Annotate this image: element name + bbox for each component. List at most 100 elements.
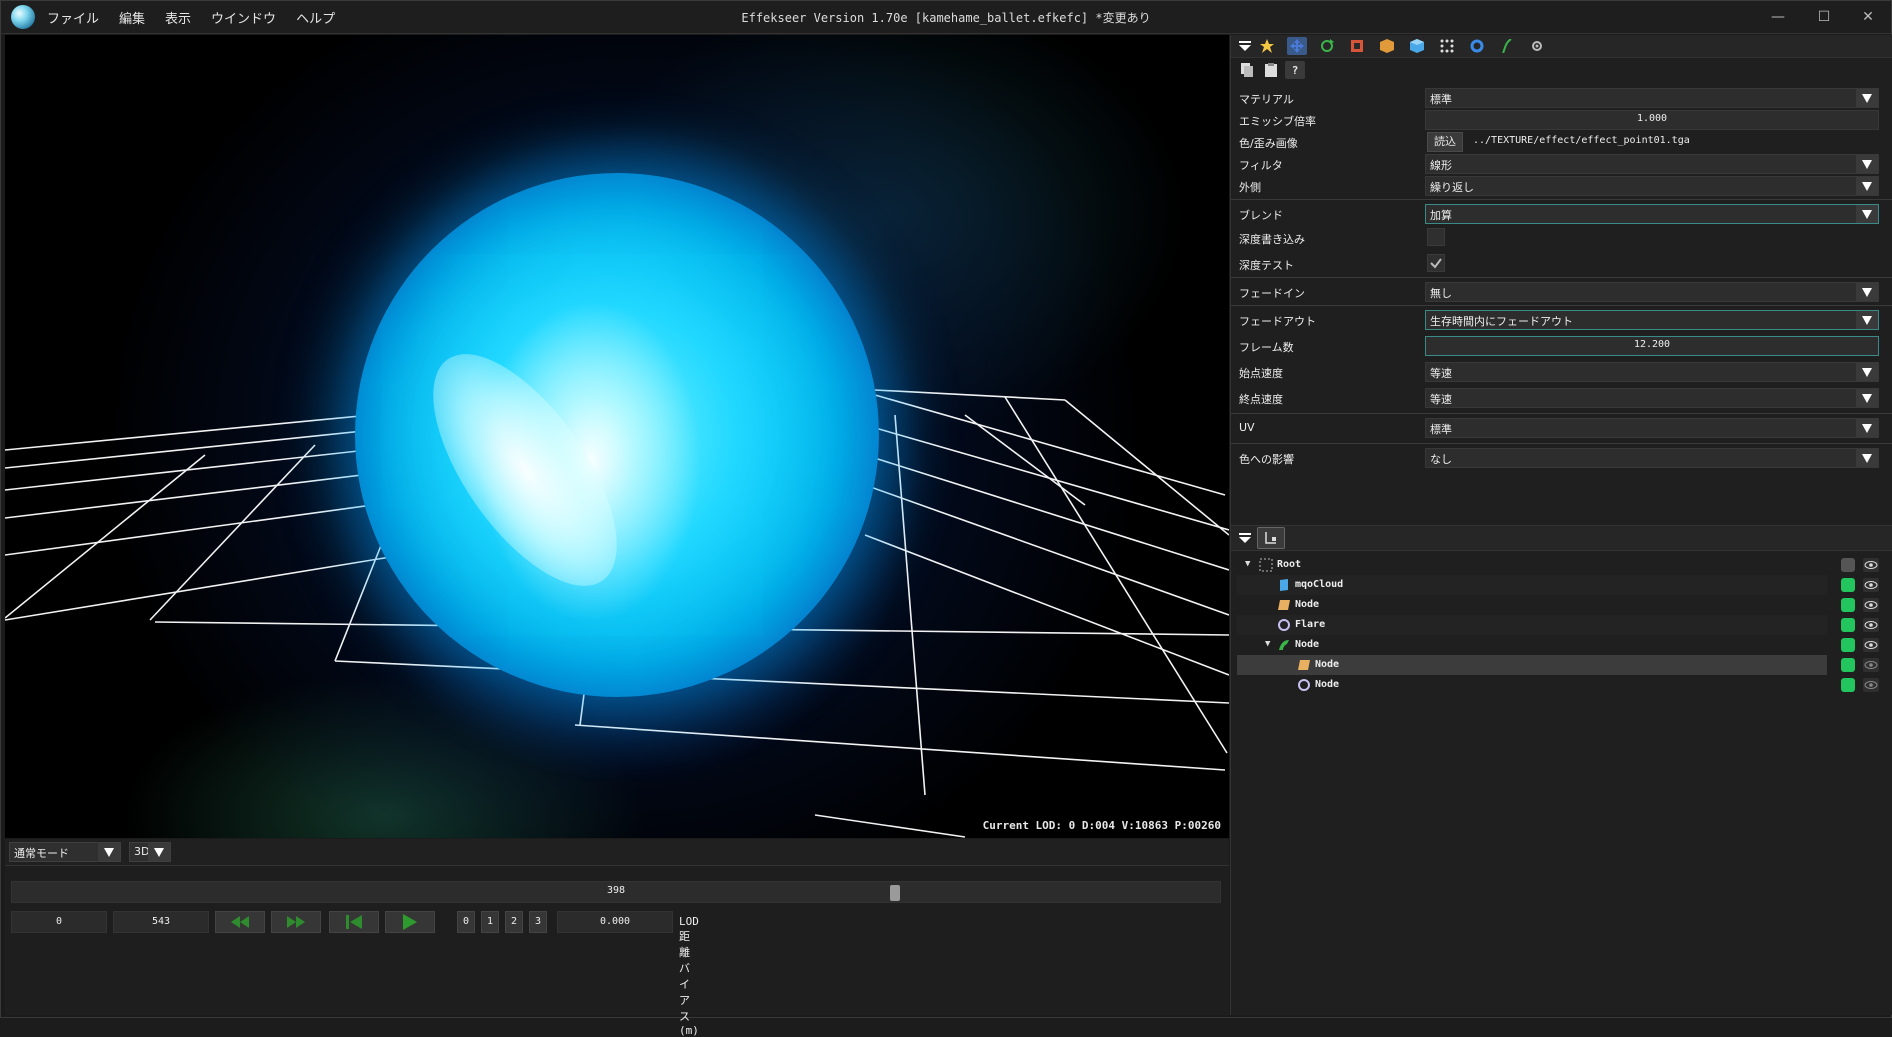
tree-node-node-selected[interactable]: Node [1237, 655, 1827, 675]
fade-out-value: 生存時間内にフェードアウト [1430, 315, 1573, 328]
prop-emissive-label: エミッシブ倍率 [1239, 115, 1316, 128]
prop-depth-test-label: 深度テスト [1239, 259, 1294, 272]
sprite-icon [1298, 660, 1310, 670]
chevron-down-icon [1856, 205, 1878, 223]
material-select[interactable]: 標準 [1425, 88, 1879, 108]
lod-1-button[interactable]: 1 [481, 911, 499, 933]
tree-node-flare[interactable]: Flare [1237, 615, 1827, 635]
caret-down-icon[interactable]: ▼ [1245, 559, 1250, 569]
menu-edit[interactable]: 編集 [119, 8, 145, 27]
move-icon[interactable] [1287, 37, 1307, 55]
fade-in-select[interactable]: 無し [1425, 282, 1879, 302]
rewind-button[interactable] [215, 911, 265, 933]
tree-node-node-ring[interactable]: Node [1237, 675, 1827, 695]
rotate-icon[interactable] [1317, 37, 1337, 55]
tree-node-label: Node [1295, 639, 1320, 650]
start-frame-input[interactable]: 0 [11, 911, 107, 933]
prop-color-influence: 色への影響 なし [1231, 447, 1892, 469]
end-speed-select[interactable]: 等速 [1425, 388, 1879, 408]
tree-node-node[interactable]: Node [1237, 595, 1827, 615]
step-back-button[interactable] [329, 911, 379, 933]
lod-distance-input[interactable]: 0.000 [557, 911, 673, 933]
tree-node-label: Flare [1295, 619, 1326, 630]
filter-select[interactable]: 線形 [1425, 154, 1879, 174]
eye-icon[interactable] [1863, 678, 1879, 692]
tree-node-mqocloud[interactable]: mqoCloud [1237, 575, 1827, 595]
lod-0-button[interactable]: 0 [457, 911, 475, 933]
play-button[interactable] [385, 911, 435, 933]
mode-select[interactable]: 通常モード [9, 842, 121, 862]
visibility-toggle[interactable] [1841, 598, 1855, 612]
visibility-toggle[interactable] [1841, 638, 1855, 652]
start-speed-select[interactable]: 等速 [1425, 362, 1879, 382]
menu-view[interactable]: 表示 [165, 8, 191, 27]
particle-icon[interactable] [1437, 37, 1457, 55]
tree-node-root[interactable]: ▼ Root [1237, 555, 1827, 575]
help-icon[interactable]: ? [1285, 61, 1305, 79]
chevron-down-icon [98, 843, 120, 861]
frame-slider[interactable]: 398 [11, 881, 1221, 903]
wrap-select[interactable]: 繰り返し [1425, 176, 1879, 196]
scale-icon[interactable] [1347, 37, 1367, 55]
menu-file[interactable]: ファイル [47, 8, 99, 27]
menu-help[interactable]: ヘルプ [296, 8, 335, 27]
depth-test-checkbox[interactable] [1427, 254, 1445, 272]
paste-icon[interactable] [1261, 61, 1281, 79]
minimize-button[interactable]: — [1755, 1, 1801, 33]
prop-depth-test: 深度テスト [1231, 253, 1892, 275]
menu-toggle-icon[interactable] [1235, 529, 1255, 547]
model-icon [1280, 579, 1288, 591]
copy-icon[interactable] [1237, 61, 1257, 79]
fast-forward-button[interactable] [271, 911, 321, 933]
visibility-toggle[interactable] [1841, 558, 1855, 572]
dimension-select[interactable]: 3D [129, 842, 171, 862]
renderer-icon[interactable] [1407, 37, 1427, 55]
eye-icon[interactable] [1863, 558, 1879, 572]
visibility-toggle[interactable] [1841, 578, 1855, 592]
visibility-toggle[interactable] [1841, 618, 1855, 632]
lod-3-button[interactable]: 3 [529, 911, 547, 933]
wrap-value: 繰り返し [1430, 181, 1474, 194]
frame-slider-handle[interactable] [890, 885, 900, 901]
fade-out-select[interactable]: 生存時間内にフェードアウト [1425, 310, 1879, 330]
settings-gear-icon[interactable] [1527, 37, 1547, 55]
prop-emissive: エミッシブ倍率 1.000 [1231, 109, 1892, 131]
visibility-toggle[interactable] [1841, 678, 1855, 692]
prop-filter: フィルタ 線形 [1231, 153, 1892, 175]
eye-icon[interactable] [1863, 658, 1879, 672]
star-icon[interactable] [1257, 37, 1277, 55]
lod-2-button[interactable]: 2 [505, 911, 523, 933]
chevron-down-icon [1856, 155, 1878, 173]
color-influence-select[interactable]: なし [1425, 448, 1879, 468]
3d-viewport[interactable]: Current LOD: 0 D:004 V:10863 P:00260 [5, 35, 1229, 838]
curve-icon[interactable] [1497, 37, 1517, 55]
depth-write-checkbox[interactable] [1427, 228, 1445, 246]
node-tree-tab-icon[interactable] [1257, 527, 1285, 549]
close-button[interactable]: ✕ [1845, 1, 1891, 33]
menu-window[interactable]: ウインドウ [211, 8, 276, 27]
blend-select[interactable]: 加算 [1425, 204, 1879, 224]
eye-icon[interactable] [1863, 618, 1879, 632]
end-frame-input[interactable]: 543 [113, 911, 209, 933]
emissive-input[interactable]: 1.000 [1425, 110, 1879, 130]
ring-icon [1278, 619, 1290, 631]
chevron-down-icon [1856, 89, 1878, 107]
eye-icon[interactable] [1863, 578, 1879, 592]
visibility-toggle[interactable] [1841, 658, 1855, 672]
skip-start-icon [346, 915, 362, 929]
menu-toggle-icon[interactable] [1235, 37, 1255, 55]
frames-input[interactable]: 12.200 [1425, 336, 1879, 356]
titlebar: ファイル 編集 表示 ウインドウ ヘルプ Effekseer Version 1… [1, 1, 1891, 34]
tree-node-node-group[interactable]: ▼ Node [1237, 635, 1827, 655]
caret-down-icon[interactable]: ▼ [1265, 639, 1270, 649]
ring-tab-icon[interactable] [1467, 37, 1487, 55]
property-tabs [1231, 35, 1892, 58]
load-texture-button[interactable]: 読込 [1427, 132, 1463, 152]
spawn-icon[interactable] [1377, 37, 1397, 55]
maximize-button[interactable]: ☐ [1801, 1, 1847, 33]
eye-icon[interactable] [1863, 598, 1879, 612]
divider [1231, 443, 1892, 444]
eye-icon[interactable] [1863, 638, 1879, 652]
uv-select[interactable]: 標準 [1425, 418, 1879, 438]
ring-icon [1298, 679, 1310, 691]
